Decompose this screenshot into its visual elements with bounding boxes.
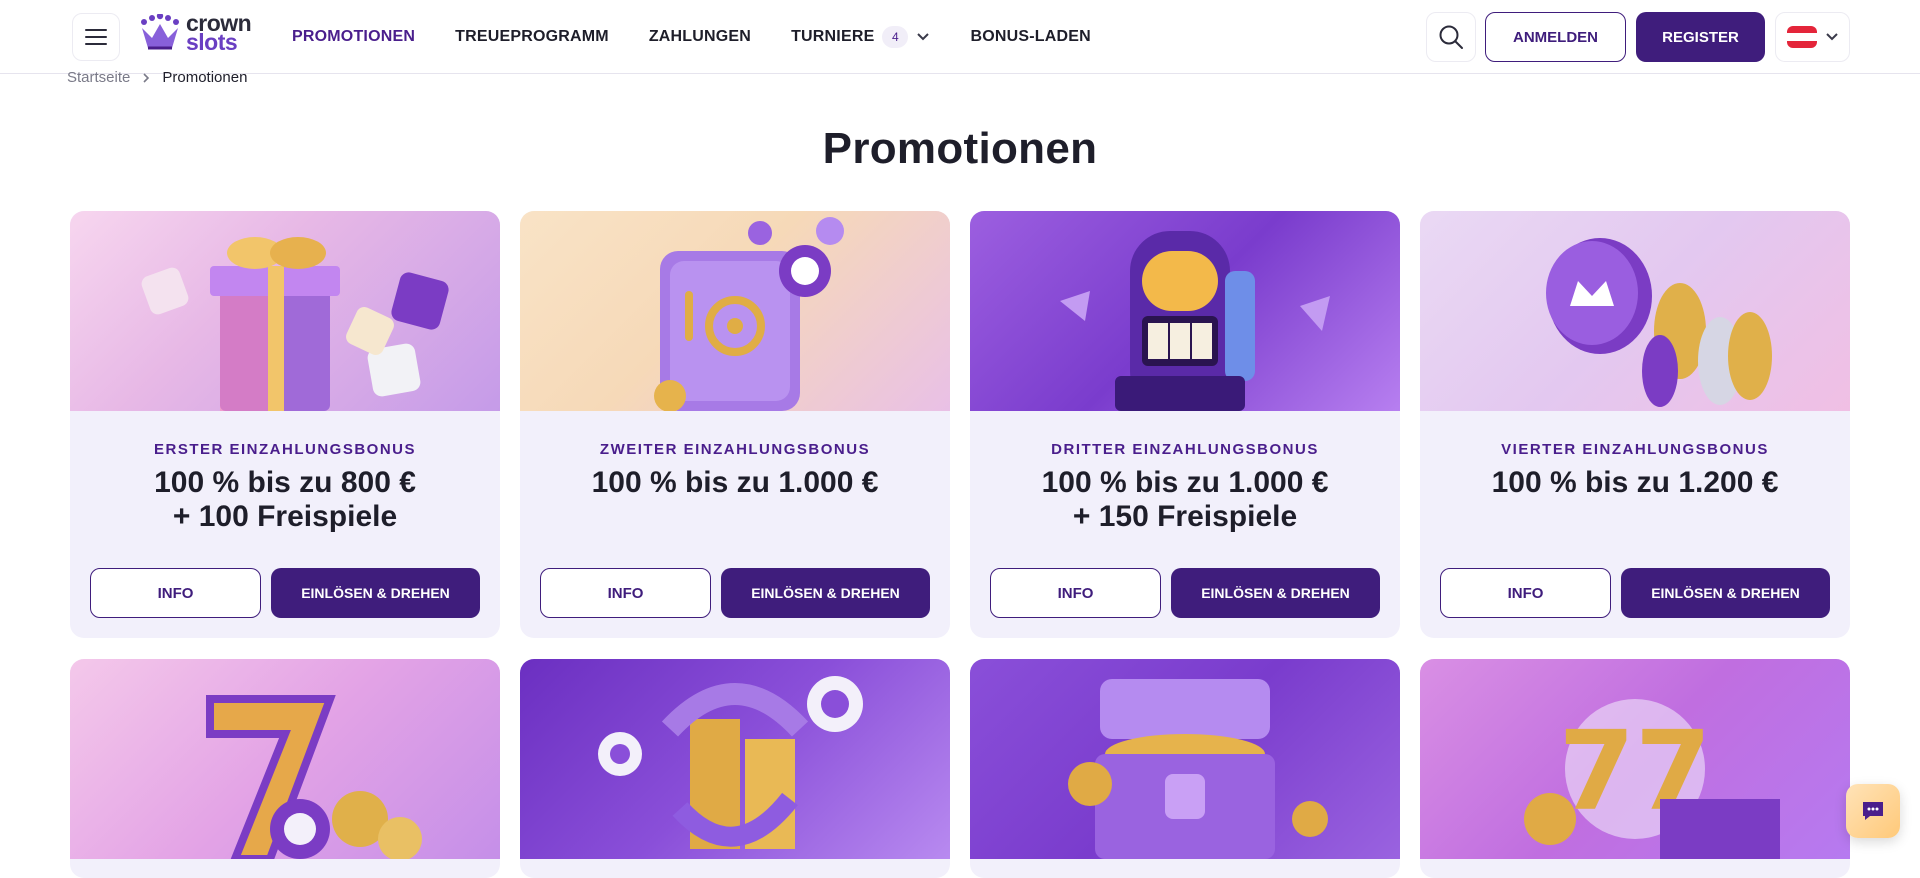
nav-promotionen[interactable]: PROMOTIONEN xyxy=(292,28,415,46)
promo-image-crown-chips xyxy=(1420,211,1850,411)
promo-title: ZWEITER EINZAHLUNGSBONUS xyxy=(599,441,871,458)
chevron-down-icon xyxy=(917,33,930,41)
chevron-down-icon xyxy=(1825,33,1838,41)
hamburger-icon xyxy=(85,29,107,45)
chevron-right-icon xyxy=(143,72,150,83)
promo-offer-line1: 100 % bis zu 800 € xyxy=(154,466,416,499)
nav-bonus-laden[interactable]: BONUS-LADEN xyxy=(970,28,1090,46)
nav-label: PROMOTIONEN xyxy=(292,28,416,45)
promo-title: VIERTER EINZAHLUNGSBONUS xyxy=(1501,441,1769,458)
redeem-button[interactable]: EINLÖSEN & DREHEN xyxy=(271,568,480,618)
austria-flag-icon xyxy=(1786,26,1817,48)
promo-offer-line1: 100 % bis zu 1.000 € xyxy=(591,466,879,499)
page-title: Promotionen xyxy=(822,124,1098,173)
promo-title: ERSTER EINZAHLUNGSBONUS xyxy=(153,441,416,458)
promo-offer: 100 % bis zu 1.000 € + 150 Freispiele xyxy=(990,466,1380,534)
promo-image-safe xyxy=(520,211,950,411)
nav-label: ZAHLUNGEN xyxy=(648,28,752,45)
promo-card xyxy=(70,659,500,878)
promo-card: 77 xyxy=(1420,659,1850,878)
login-button[interactable]: ANMELDEN xyxy=(1485,12,1626,62)
promo-offer-line1: 100 % bis zu 1.000 € xyxy=(1041,466,1329,499)
language-selector[interactable] xyxy=(1775,12,1850,62)
search-button[interactable] xyxy=(1426,12,1476,62)
promo-title: DRITTER EINZAHLUNGSBONUS xyxy=(1051,441,1319,458)
logo-text-slots: slots xyxy=(186,29,238,55)
chat-button[interactable] xyxy=(1846,784,1900,838)
nav-label: BONUS-LADEN xyxy=(970,28,1091,45)
search-icon xyxy=(1439,25,1463,49)
promo-image-lucky-seven xyxy=(70,659,500,859)
nav-label: TREUEPROGRAMM xyxy=(455,28,609,45)
promo-offer-line2: + 150 Freispiele xyxy=(1072,500,1298,533)
register-button[interactable]: REGISTER xyxy=(1636,12,1765,62)
redeem-button[interactable]: EINLÖSEN & DREHEN xyxy=(1621,568,1830,618)
promo-card xyxy=(970,659,1400,878)
promo-image-gift-box xyxy=(70,211,500,411)
promo-offer: 100 % bis zu 1.000 € xyxy=(540,466,930,500)
redeem-button[interactable]: EINLÖSEN & DREHEN xyxy=(721,568,930,618)
promo-card: ERSTER EINZAHLUNGSBONUS 100 % bis zu 800… xyxy=(70,211,500,638)
promo-card xyxy=(520,659,950,878)
info-button[interactable]: INFO xyxy=(1440,568,1611,618)
nav-treueprogramm[interactable]: TREUEPROGRAMM xyxy=(455,28,609,46)
chat-icon xyxy=(1863,802,1883,820)
crownslots-logo[interactable]: crown slots xyxy=(138,12,252,55)
crown-logo-icon xyxy=(141,14,179,50)
main-nav: PROMOTIONEN TREUEPROGRAMM ZAHLUNGEN TURN… xyxy=(292,0,1091,74)
promo-offer: 100 % bis zu 800 € + 100 Freispiele xyxy=(90,466,480,534)
nav-turniere[interactable]: TURNIERE 4 xyxy=(791,26,930,48)
info-button[interactable]: INFO xyxy=(90,568,261,618)
nav-zahlungen[interactable]: ZAHLUNGEN xyxy=(649,28,751,46)
promo-image-coin-stack xyxy=(520,659,950,859)
promo-card: VIERTER EINZAHLUNGSBONUS 100 % bis zu 1.… xyxy=(1420,211,1850,638)
nav-label: TURNIERE xyxy=(791,28,875,45)
redeem-button[interactable]: EINLÖSEN & DREHEN xyxy=(1171,568,1380,618)
breadcrumb-home[interactable]: Startseite xyxy=(67,69,130,86)
promo-image-slot-machine xyxy=(970,211,1400,411)
menu-button[interactable] xyxy=(72,13,120,61)
promo-image-treasure-chest xyxy=(970,659,1400,859)
info-button[interactable]: INFO xyxy=(540,568,711,618)
breadcrumb: Startseite Promotionen xyxy=(67,69,247,86)
promo-card: ZWEITER EINZAHLUNGSBONUS 100 % bis zu 1.… xyxy=(520,211,950,638)
info-button[interactable]: INFO xyxy=(990,568,1161,618)
top-header: crown slots PROMOTIONEN TREUEPROGRAMM ZA… xyxy=(0,0,1920,74)
promo-offer-line1: 100 % bis zu 1.200 € xyxy=(1491,466,1779,499)
promo-image-triple-seven: 77 xyxy=(1420,659,1850,859)
promo-offer-line2: + 100 Freispiele xyxy=(172,500,398,533)
promo-card: DRITTER EINZAHLUNGSBONUS 100 % bis zu 1.… xyxy=(970,211,1400,638)
promo-offer: 100 % bis zu 1.200 € xyxy=(1440,466,1830,500)
tournament-count-badge: 4 xyxy=(882,26,909,48)
breadcrumb-current: Promotionen xyxy=(162,69,248,86)
